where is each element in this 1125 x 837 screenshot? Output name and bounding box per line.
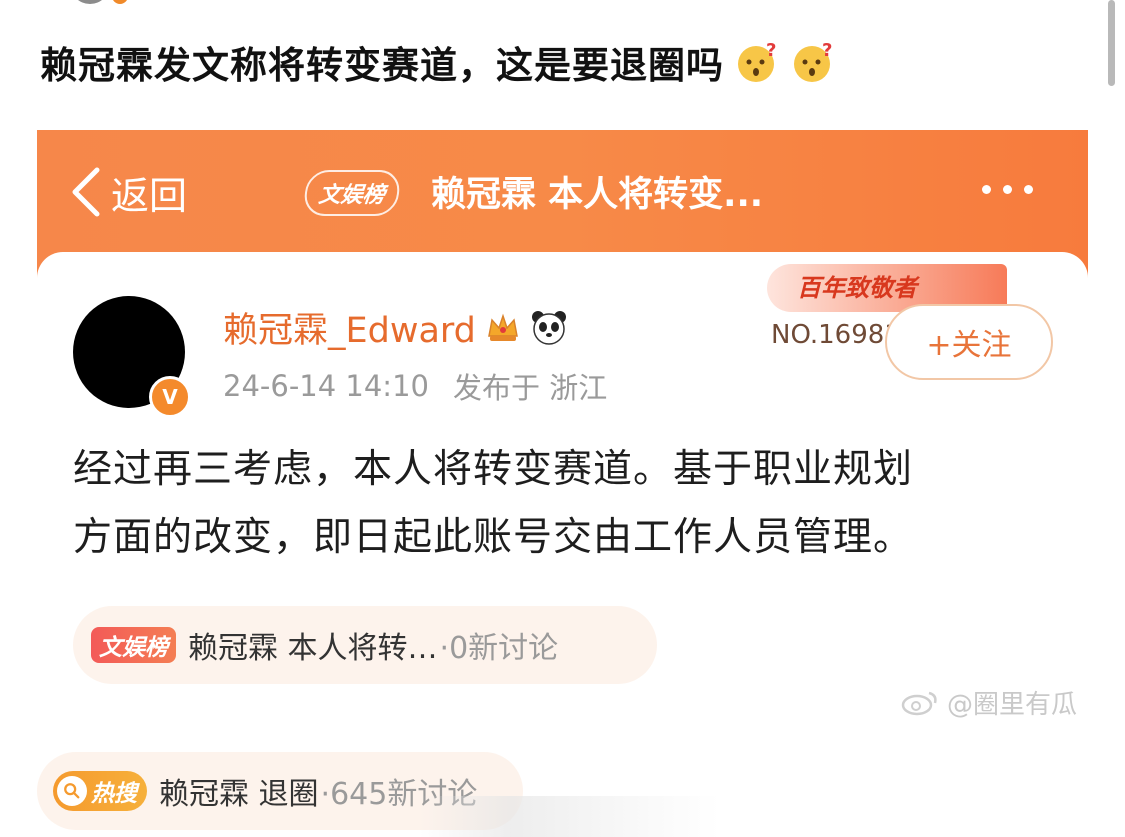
topic-link[interactable]: 文娱榜 赖冠霖 本人将转… ·0新讨论 — [73, 606, 657, 684]
thinking-face-icon: ? — [736, 40, 780, 84]
svg-text:?: ? — [766, 40, 777, 61]
post-body: 经过再三考虑，本人将转变赛道。基于职业规划 方面的改变，即日起此账号交由工作人员… — [73, 436, 1063, 572]
scrollbar[interactable] — [1108, 0, 1115, 86]
back-label: 返回 — [111, 173, 188, 218]
weibo-post-page: 赖冠霖发文称将转变赛道，这是要退圈吗 ? ? 返回 文娱榜 赖冠霖 本人将转变.… — [0, 0, 1125, 837]
weibo-logo-icon — [901, 691, 937, 716]
poster-badge-icon — [112, 0, 128, 4]
search-icon — [57, 776, 87, 806]
post-title: 赖冠霖发文称将转变赛道，这是要退圈吗 ? ? — [40, 34, 836, 90]
poster-avatar[interactable] — [70, 0, 110, 4]
post-date: 24-6-14 14:10 — [223, 369, 429, 403]
rank-number: NO.16981 — [771, 320, 901, 350]
chevron-left-icon — [72, 167, 100, 217]
crown-icon — [484, 308, 522, 346]
embedded-screenshot: 返回 文娱榜 赖冠霖 本人将转变... V 赖冠霖_Edward 24-6-14… — [37, 130, 1088, 837]
post-body-line: 方面的改变，即日起此账号交由工作人员管理。 — [73, 515, 914, 560]
more-options-icon[interactable] — [982, 174, 1033, 204]
hot-search-tag: 热搜 — [53, 771, 147, 811]
rank-label: 百年致敬者 — [797, 273, 917, 302]
thinking-face-icon: ? — [792, 40, 836, 84]
hot-search-tag-label: 热搜 — [91, 781, 137, 807]
watermark-text: @圈里有瓜 — [947, 689, 1078, 720]
post-body-line: 经过再三考虑，本人将转变赛道。基于职业规划 — [73, 447, 914, 492]
entertainment-list-tag: 文娱榜 — [91, 627, 176, 663]
verified-badge-icon: V — [149, 376, 191, 418]
watermark: @圈里有瓜 — [901, 682, 1077, 722]
post-title-text: 赖冠霖发文称将转变赛道，这是要退圈吗 — [40, 44, 724, 87]
username[interactable]: 赖冠霖_Edward — [223, 302, 568, 352]
nav-title: 赖冠霖 本人将转变... — [431, 174, 764, 215]
topic-text: 赖冠霖 本人将转… — [188, 631, 438, 666]
panda-icon — [530, 308, 568, 346]
hot-search-text: 赖冠霖 退圈 — [159, 777, 319, 812]
svg-text:?: ? — [822, 40, 833, 61]
topic-count: ·0新讨论 — [439, 631, 559, 666]
blur-overlay — [420, 796, 720, 837]
username-text: 赖冠霖_Edward — [223, 310, 476, 351]
follow-button[interactable]: +关注 — [885, 304, 1053, 380]
post-meta: 24-6-14 14:10 发布于 浙江 — [223, 365, 607, 407]
post-location: 发布于 浙江 — [452, 371, 608, 405]
back-button[interactable]: 返回 — [67, 162, 187, 222]
entertainment-list-tag[interactable]: 文娱榜 — [302, 170, 402, 216]
